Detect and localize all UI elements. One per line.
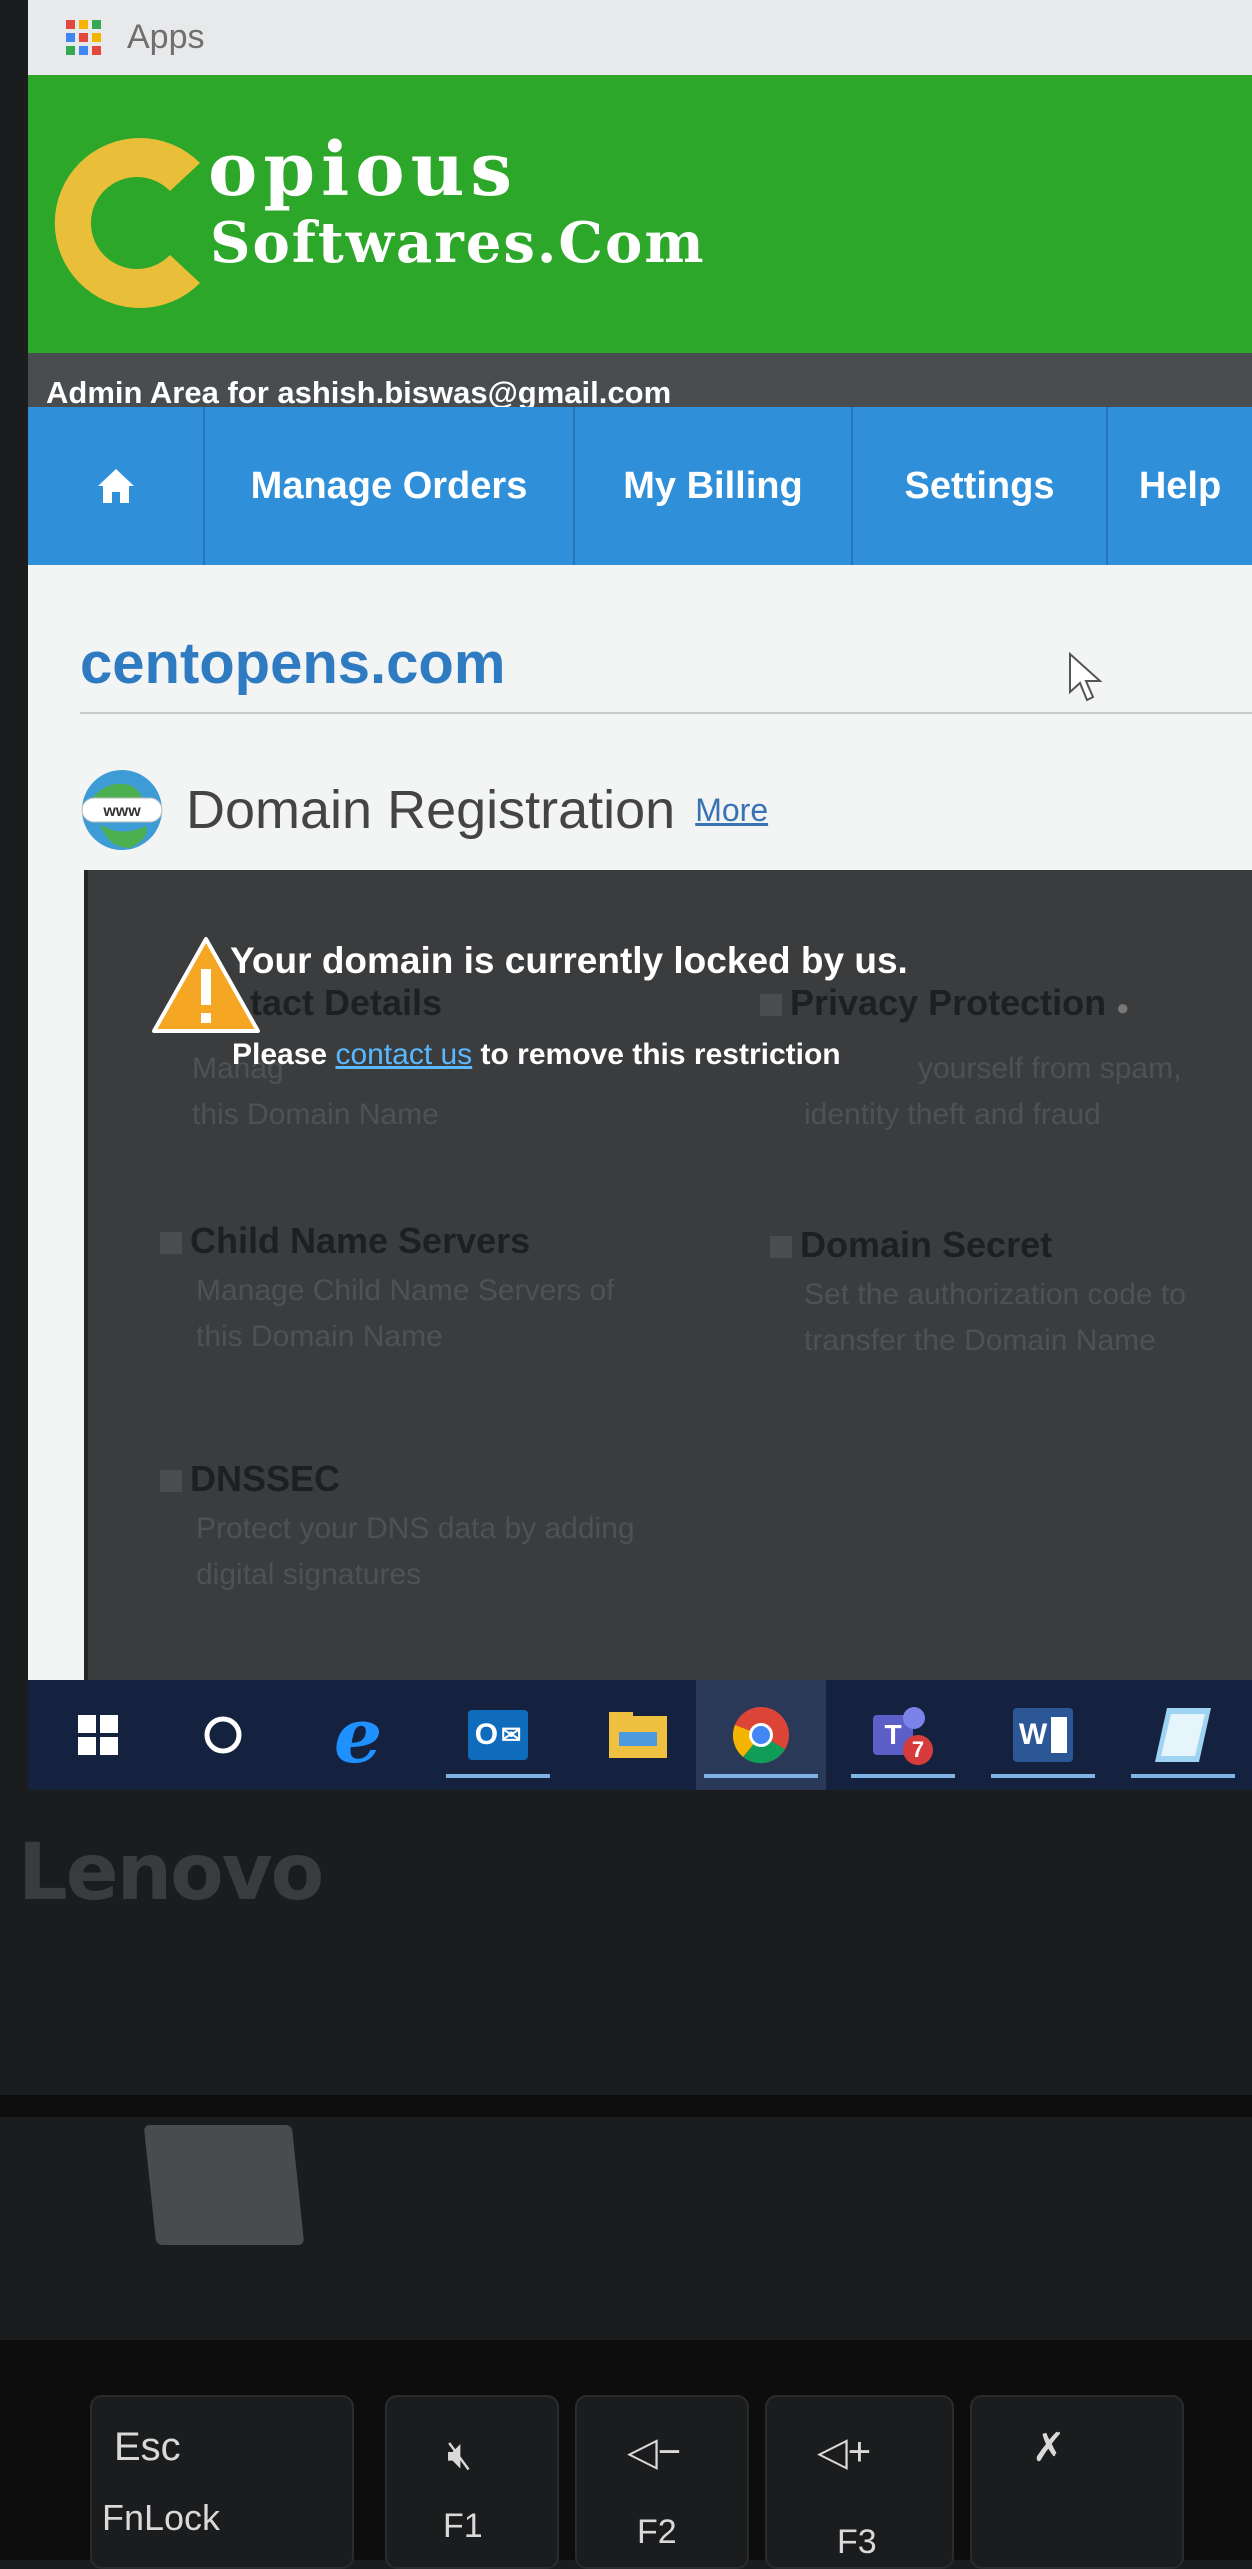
feature-privacy-desc: yourself from spam, identity theft and f… [804,1040,1181,1138]
nav-help[interactable]: Help [1108,407,1252,565]
running-indicator [991,1774,1095,1778]
domain-registration-title: Domain Registration [186,780,676,840]
mic-mute-icon: ✗ [1032,2426,1066,2470]
volume-up-icon: ◁+ [817,2430,872,2474]
f2-label: F2 [637,2513,677,2551]
teams-taskbar-button[interactable]: T 7 [843,1680,963,1790]
teams-icon: T 7 [873,1707,933,1765]
esc-label: Esc [114,2425,181,2469]
site-banner: opious Softwares.Com [28,75,1252,353]
notepad-icon [1155,1708,1211,1762]
logo-text-opious: opious [208,127,519,213]
edge-icon: e [333,1690,383,1780]
running-indicator [1131,1774,1235,1778]
outlook-taskbar-button[interactable]: O ✉ [438,1680,558,1790]
dnssec-icon [160,1470,182,1493]
mouse-cursor-icon [1069,652,1103,702]
edge-taskbar-button[interactable]: e [318,1680,398,1790]
word-taskbar-button[interactable]: W [983,1680,1103,1790]
cortana-circle-icon [204,1716,242,1754]
home-icon [97,469,134,503]
chrome-taskbar-button[interactable] [696,1680,826,1790]
info-dot-icon: ● [1116,995,1130,1020]
feature-title: Domain Secret [770,1224,1186,1266]
file-explorer-taskbar-button[interactable] [588,1680,688,1790]
main-nav: Manage Orders My Billing Settings Help [28,407,1252,565]
f3-key[interactable]: ◁+ F3 [765,2395,954,2569]
running-indicator [446,1774,550,1778]
more-link[interactable]: More [695,792,768,829]
feature-desc: transfer the Domain Name [804,1324,1156,1357]
feature-dnssec[interactable]: DNSSEC Protect your DNS data by adding d… [160,1458,635,1598]
www-globe-icon: www [80,768,164,852]
feature-desc: yourself from spam, [918,1052,1182,1085]
running-indicator [851,1774,955,1778]
notepad-taskbar-button[interactable] [1123,1680,1243,1790]
f2-key[interactable]: ◁− F2 [575,2395,749,2569]
nav-settings[interactable]: Settings [853,407,1108,565]
lock-instructions: Please contact us to remove this restric… [232,1038,841,1072]
domain-locked-message: Your domain is currently locked by us. [230,940,908,981]
folder-icon [609,1712,667,1758]
feature-title: Privacy Protection ● [760,982,1129,1024]
feature-contact-details[interactable]: tact Details [250,982,442,1024]
teams-notification-badge: 7 [903,1735,933,1765]
svg-text:www: www [102,803,141,820]
feature-title: tact Details [250,982,443,1023]
feature-desc: Protect your DNS data by adding [196,1512,635,1545]
f4-key[interactable]: ✗ [970,2395,1184,2569]
f1-label: F1 [443,2507,483,2545]
fnlock-label: FnLock [102,2497,221,2538]
logo-text-softwares: Softwares.Com [210,210,706,276]
feature-desc: Set the authorization code to [804,1278,1186,1311]
feature-title: Child Name Servers [160,1220,615,1262]
laptop-hinge [0,2095,1252,2117]
apps-grid-icon[interactable] [66,20,101,55]
esc-key[interactable]: Esc FnLock [90,2395,354,2569]
windows-taskbar: e O ✉ T 7 W [28,1680,1252,1790]
volume-down-icon: ◁− [627,2430,682,2474]
outlook-icon: O ✉ [468,1710,528,1760]
mute-icon: 🔇︎ [447,2433,473,2477]
feature-desc: identity theft and fraud [804,1098,1101,1131]
cortana-button[interactable] [193,1680,253,1790]
feature-domain-secret[interactable]: Domain Secret Set the authorization code… [770,1224,1186,1364]
f3-label: F3 [837,2523,877,2561]
feature-desc: this Domain Name [196,1320,443,1353]
feature-desc: digital signatures [196,1558,422,1591]
windows-icon [78,1715,118,1755]
nav-my-billing[interactable]: My Billing [575,407,853,565]
chrome-icon [732,1707,789,1764]
bookmarks-bar: Apps [28,0,1252,75]
feature-title: DNSSEC [160,1458,635,1500]
domain-name-heading: centopens.com [80,631,506,696]
servers-icon [160,1232,182,1255]
admin-area-label: Admin Area for ashish.biswas@gmail.com [46,375,672,410]
key-icon [770,1236,792,1259]
apps-label[interactable]: Apps [127,18,205,57]
laptop-latch [143,2125,305,2245]
contact-us-link[interactable]: contact us [335,1038,472,1071]
feature-desc: this Domain Name [192,1098,439,1131]
domain-registration-header: www Domain Registration More [80,768,768,852]
nav-manage-orders[interactable]: Manage Orders [205,407,575,565]
restriction-text: to remove this restriction [480,1038,841,1071]
start-button[interactable] [68,1680,128,1790]
privacy-icon [760,994,782,1017]
running-indicator [704,1774,818,1778]
feature-privacy-protection[interactable]: Privacy Protection ● [760,982,1129,1024]
feature-desc: Manage Child Name Servers of [196,1274,615,1307]
f1-key[interactable]: 🔇︎ F1 [385,2395,559,2569]
word-icon: W [1013,1708,1073,1762]
divider [80,712,1252,714]
copious-logo-c-icon [54,138,200,308]
lenovo-brand-logo: Lenovo [18,1828,324,1918]
nav-home[interactable] [28,407,205,565]
feature-child-name-servers[interactable]: Child Name Servers Manage Child Name Ser… [160,1220,615,1360]
please-text: Please [232,1038,328,1071]
